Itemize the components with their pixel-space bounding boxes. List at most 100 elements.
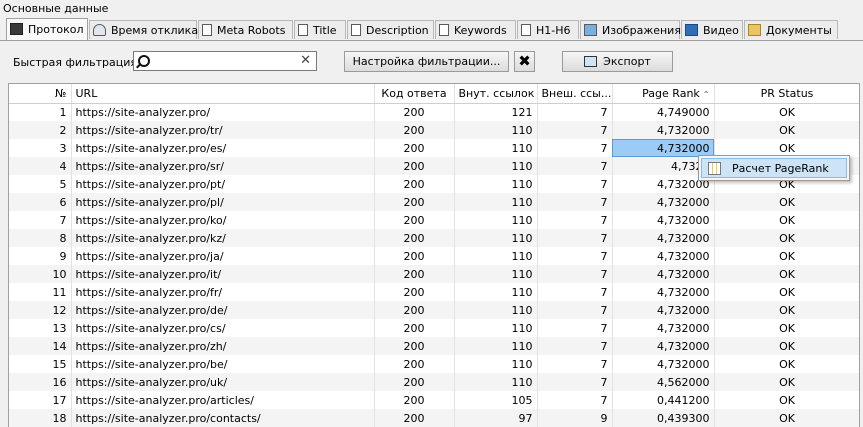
tab-images[interactable]: Изображения	[580, 20, 681, 39]
cell-external-links[interactable]: 7	[537, 319, 613, 337]
cell-url[interactable]: https://site-analyzer.pro/ja/	[71, 247, 375, 265]
table-row[interactable]: 14 https://site-analyzer.pro/zh/200 110 7 4,…	[9, 337, 859, 355]
cell-response-code[interactable]: 200	[374, 193, 455, 211]
table-row[interactable]: 12 https://site-analyzer.pro/de/200 110 7 4,…	[9, 301, 859, 319]
cell-internal-links[interactable]: 110	[454, 337, 538, 355]
cell-page-rank[interactable]: 4,749000	[612, 103, 715, 121]
cell-page-rank[interactable]: 4,732000	[612, 265, 715, 283]
cell-pr-status[interactable]: OK	[714, 409, 859, 427]
tab-video[interactable]: Видео	[681, 20, 743, 39]
cell-url[interactable]: https://site-analyzer.pro/	[71, 103, 375, 121]
cell-external-links[interactable]: 7	[537, 337, 613, 355]
tab-keywords[interactable]: Keywords	[435, 20, 516, 39]
cell-url[interactable]: https://site-analyzer.pro/ko/	[71, 211, 375, 229]
table-row[interactable]: 7 https://site-analyzer.pro/ko/200 110 7 4,7…	[9, 211, 859, 229]
cell-external-links[interactable]: 7	[537, 211, 613, 229]
table-row[interactable]: 13 https://site-analyzer.pro/cs/200 110 7 4,…	[9, 319, 859, 337]
cell-external-links[interactable]: 7	[537, 373, 613, 391]
cell-internal-links[interactable]: 105	[454, 391, 538, 409]
cell-page-rank[interactable]: 4,732000	[612, 229, 715, 247]
cell-response-code[interactable]: 200	[374, 319, 455, 337]
cell-url[interactable]: https://site-analyzer.pro/de/	[71, 301, 375, 319]
cell-external-links[interactable]: 7	[537, 247, 613, 265]
cell-external-links[interactable]: 7	[537, 265, 613, 283]
cell-external-links[interactable]: 7	[537, 229, 613, 247]
cell-page-rank[interactable]: 4,732000	[612, 319, 715, 337]
cell-pr-status[interactable]: OK	[714, 193, 859, 211]
cell-internal-links[interactable]: 110	[454, 283, 538, 301]
cell-url[interactable]: https://site-analyzer.pro/contacts/	[71, 409, 375, 427]
tab-h1-h6[interactable]: H1-H6	[517, 20, 579, 39]
cell-internal-links[interactable]: 121	[454, 103, 538, 121]
cell-internal-links[interactable]: 110	[454, 355, 538, 373]
table-row[interactable]: 18 https://site-analyzer.pro/contacts/200…	[9, 409, 859, 427]
cell-page-rank[interactable]: 4,732000	[612, 283, 715, 301]
cell-pr-status[interactable]: OK	[714, 283, 859, 301]
cell-external-links[interactable]: 7	[537, 355, 613, 373]
cell-response-code[interactable]: 200	[374, 391, 455, 409]
cell-pr-status[interactable]: OK	[714, 319, 859, 337]
cell-response-code[interactable]: 200	[374, 355, 455, 373]
cell-number[interactable]: 2	[9, 121, 72, 139]
cell-internal-links[interactable]: 110	[454, 121, 538, 139]
cell-response-code[interactable]: 200	[374, 139, 455, 157]
cell-url[interactable]: https://site-analyzer.pro/sr/	[71, 157, 375, 175]
cell-pr-status[interactable]: OK	[714, 373, 859, 391]
clear-icon[interactable]: ✕	[300, 53, 311, 69]
table-row[interactable]: 10 https://site-analyzer.pro/it/200 110 7 4,…	[9, 265, 859, 283]
cell-number[interactable]: 13	[9, 319, 72, 337]
context-menu-item-calculate-pagerank[interactable]: Расчет PageRank	[701, 158, 847, 178]
cell-page-rank[interactable]: 4,562000	[612, 373, 715, 391]
cell-number[interactable]: 17	[9, 391, 72, 409]
tab-title[interactable]: Title	[294, 20, 346, 39]
table-row[interactable]: 2 https://site-analyzer.pro/tr/200 110 7 4,7…	[9, 121, 859, 139]
cell-response-code[interactable]: 200	[374, 373, 455, 391]
cell-internal-links[interactable]: 110	[454, 193, 538, 211]
cell-internal-links[interactable]: 110	[454, 265, 538, 283]
filter-settings-button[interactable]: Настройка фильтрации...	[344, 51, 509, 72]
cell-number[interactable]: 10	[9, 265, 72, 283]
cell-page-rank[interactable]: 4,732000	[612, 355, 715, 373]
table-row[interactable]: 16 https://site-analyzer.pro/uk/200 110 7 4,…	[9, 373, 859, 391]
cell-number[interactable]: 5	[9, 175, 72, 193]
cell-response-code[interactable]: 200	[374, 103, 455, 121]
cell-external-links[interactable]: 7	[537, 121, 613, 139]
cell-page-rank[interactable]: 4,732000	[612, 337, 715, 355]
cell-internal-links[interactable]: 110	[454, 229, 538, 247]
export-button[interactable]: Экспорт	[562, 51, 673, 72]
column-header-pr-status[interactable]: PR Status	[714, 84, 859, 104]
cell-response-code[interactable]: 200	[374, 409, 455, 427]
cell-external-links[interactable]: 7	[537, 175, 613, 193]
cell-internal-links[interactable]: 110	[454, 175, 538, 193]
cell-internal-links[interactable]: 97	[454, 409, 538, 427]
tab-meta-robots[interactable]: Meta Robots	[198, 20, 293, 39]
cell-internal-links[interactable]: 110	[454, 157, 538, 175]
cell-url[interactable]: https://site-analyzer.pro/zh/	[71, 337, 375, 355]
cell-url[interactable]: https://site-analyzer.pro/tr/	[71, 121, 375, 139]
cell-response-code[interactable]: 200	[374, 229, 455, 247]
cell-internal-links[interactable]: 110	[454, 247, 538, 265]
cell-number[interactable]: 8	[9, 229, 72, 247]
table-row[interactable]: 6 https://site-analyzer.pro/pl/200 110 7 4,7…	[9, 193, 859, 211]
cell-external-links[interactable]: 9	[537, 409, 613, 427]
quick-filter-input[interactable]: ✕	[133, 51, 317, 71]
tab-description[interactable]: Description	[347, 20, 434, 39]
column-header-internal-links[interactable]: Внут. ссылок	[454, 84, 538, 104]
cell-page-rank[interactable]: 4,732000	[612, 193, 715, 211]
cell-url[interactable]: https://site-analyzer.pro/fr/	[71, 283, 375, 301]
cell-external-links[interactable]: 7	[537, 301, 613, 319]
column-header-page-rank[interactable]: Page Rank ⌃	[612, 84, 715, 104]
cell-internal-links[interactable]: 110	[454, 139, 538, 157]
data-grid[interactable]: № URL Код ответа Внут. ссылок Внеш. ссы.…	[8, 83, 860, 427]
cell-pr-status[interactable]: OK	[714, 337, 859, 355]
cell-page-rank[interactable]: 0,441200	[612, 391, 715, 409]
cell-page-rank[interactable]: 0,439300	[612, 409, 715, 427]
cell-response-code[interactable]: 200	[374, 211, 455, 229]
cell-external-links[interactable]: 7	[537, 157, 613, 175]
cell-response-code[interactable]: 200	[374, 247, 455, 265]
cell-external-links[interactable]: 7	[537, 139, 613, 157]
cell-internal-links[interactable]: 110	[454, 319, 538, 337]
cell-number[interactable]: 3	[9, 139, 72, 157]
cell-number[interactable]: 7	[9, 211, 72, 229]
cell-page-rank[interactable]: 4,732000	[612, 211, 715, 229]
